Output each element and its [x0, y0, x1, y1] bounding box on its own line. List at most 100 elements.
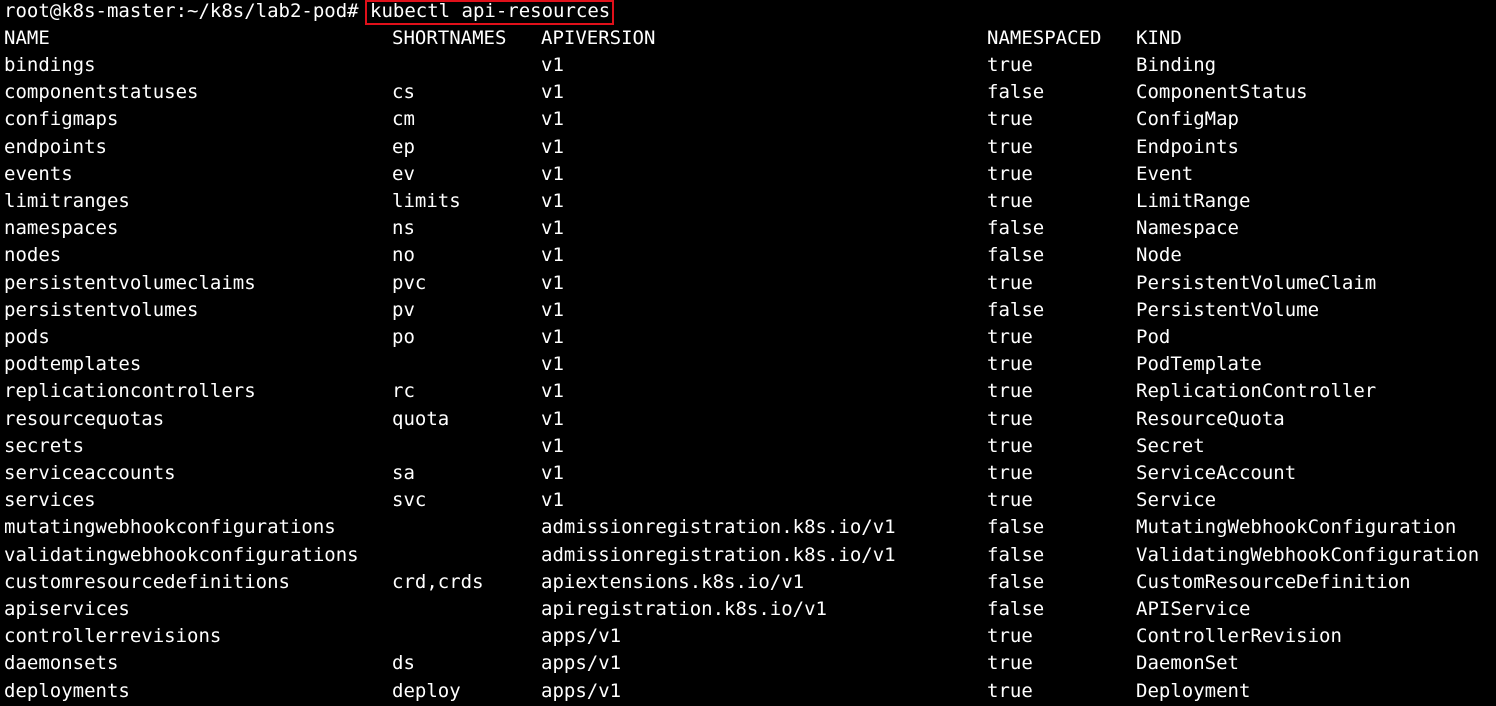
cell-apiversion: apps/v1	[541, 625, 622, 648]
cell-kind: PersistentVolumeClaim	[1136, 271, 1377, 294]
cell-apiversion: v1	[541, 298, 564, 321]
cell-kind: Pod	[1136, 326, 1171, 348]
cell-name: bindings	[4, 54, 96, 76]
cell-namespaced: true	[987, 271, 1033, 294]
cell-kind: ComponentStatus	[1136, 81, 1308, 104]
cell-apiversion: v1	[541, 271, 564, 294]
cell-apiversion: v1	[541, 54, 564, 76]
table-row: bindings v1 true Binding	[0, 52, 1496, 79]
cell-kind: PodTemplate	[1136, 353, 1262, 376]
table-row: mutatingwebhookconfigurations admissionre…	[0, 514, 1496, 541]
cell-name: events	[4, 162, 73, 185]
cell-namespaced: true	[987, 679, 1033, 702]
table-header-row: NAME SHORTNAMES APIVERSION NAMESPACED KI…	[0, 25, 1496, 52]
cell-namespaced: false	[987, 81, 1045, 104]
cell-name: endpoints	[4, 135, 107, 158]
terminal-window[interactable]: root@k8s-master:~/k8s/lab2-pod# kubectl …	[0, 0, 1496, 706]
cell-namespaced: true	[987, 326, 1033, 348]
cell-namespaced: false	[987, 570, 1045, 593]
cell-shortnames: pv	[392, 298, 415, 321]
cell-namespaced: false	[987, 217, 1045, 240]
cell-apiversion: v1	[541, 407, 564, 430]
table-row: customresourcedefinitions crd,crds apiexte…	[0, 569, 1496, 596]
cell-name: namespaces	[4, 217, 119, 240]
cell-namespaced: false	[987, 298, 1045, 321]
cell-shortnames: ev	[392, 162, 415, 185]
cell-namespaced: false	[987, 244, 1045, 267]
cell-apiversion: v1	[541, 434, 564, 457]
cell-name: mutatingwebhookconfigurations	[4, 516, 336, 539]
cell-apiversion: v1	[541, 217, 564, 240]
cell-name: secrets	[4, 434, 85, 457]
cell-apiversion: apiextensions.k8s.io/v1	[541, 570, 805, 593]
cell-shortnames: deploy	[392, 679, 461, 702]
cell-shortnames: limits	[392, 190, 461, 212]
cell-shortnames: ep	[392, 135, 415, 158]
table-row: deployments deploy apps/v1 true Deployment	[0, 678, 1496, 705]
cell-kind: APIService	[1136, 598, 1251, 620]
cell-namespaced: true	[987, 652, 1033, 675]
cell-apiversion: v1	[541, 489, 564, 512]
header-namespaced: NAMESPACED	[987, 27, 1102, 49]
cell-namespaced: true	[987, 54, 1033, 76]
table-row: serviceaccounts sa v1 true ServiceAccount	[0, 460, 1496, 487]
cell-shortnames: no	[392, 244, 415, 267]
table-row: podtemplates v1 true PodTemplate	[0, 351, 1496, 378]
cell-kind: Namespace	[1136, 217, 1239, 240]
cell-name: serviceaccounts	[4, 462, 176, 484]
cell-shortnames: ds	[392, 652, 415, 675]
table-row: controllerrevisions apps/v1 true Controller…	[0, 623, 1496, 650]
header-apiversion: APIVERSION	[541, 27, 656, 49]
table-row: persistentvolumes pv v1 false PersistentVolu…	[0, 297, 1496, 324]
cell-namespaced: true	[987, 353, 1033, 376]
cell-name: limitranges	[4, 190, 130, 212]
cell-name: customresourcedefinitions	[4, 570, 290, 593]
cell-shortnames: cs	[392, 81, 415, 104]
command-text: kubectl api-resources	[370, 0, 611, 22]
cell-kind: ReplicationController	[1136, 380, 1377, 403]
cell-name: validatingwebhookconfigurations	[4, 543, 359, 566]
cell-kind: ValidatingWebhookConfiguration	[1136, 543, 1480, 566]
cell-namespaced: true	[987, 162, 1033, 185]
header-kind: KIND	[1136, 27, 1182, 49]
table-row: namespaces ns v1 false Namespace	[0, 215, 1496, 242]
cell-kind: Endpoints	[1136, 135, 1239, 158]
cell-name: podtemplates	[4, 353, 142, 376]
cell-namespaced: false	[987, 598, 1045, 620]
cell-namespaced: true	[987, 407, 1033, 430]
cell-name: apiservices	[4, 598, 130, 620]
table-row: secrets v1 true Secret	[0, 433, 1496, 460]
table-row: resourcequotas quota v1 true ResourceQuota	[0, 406, 1496, 433]
cell-name: nodes	[4, 244, 62, 267]
cell-kind: Secret	[1136, 434, 1205, 457]
cell-apiversion: admissionregistration.k8s.io/v1	[541, 543, 896, 566]
table-row: configmaps cm v1 true ConfigMap	[0, 106, 1496, 133]
cell-shortnames: cm	[392, 108, 415, 131]
table-row: endpoints ep v1 true Endpoints	[0, 134, 1496, 161]
cell-apiversion: v1	[541, 326, 564, 348]
table-row: services svc v1 true Service	[0, 487, 1496, 514]
table-row: validatingwebhookconfigurations admission…	[0, 542, 1496, 569]
cell-apiversion: apiregistration.k8s.io/v1	[541, 598, 827, 620]
cell-namespaced: false	[987, 543, 1045, 566]
cell-name: componentstatuses	[4, 81, 199, 104]
cell-apiversion: admissionregistration.k8s.io/v1	[541, 516, 896, 539]
cell-namespaced: false	[987, 516, 1045, 539]
cell-kind: Binding	[1136, 54, 1217, 76]
table-row: componentstatuses cs v1 false ComponentStatu…	[0, 79, 1496, 106]
cell-apiversion: v1	[541, 380, 564, 403]
cell-kind: CustomResourceDefinition	[1136, 570, 1411, 593]
cell-namespaced: true	[987, 462, 1033, 484]
cell-kind: Event	[1136, 162, 1194, 185]
cell-kind: LimitRange	[1136, 190, 1251, 212]
cell-apiversion: apps/v1	[541, 652, 622, 675]
shell-prompt: root@k8s-master:~/k8s/lab2-pod#	[4, 0, 359, 22]
cell-name: pods	[4, 326, 50, 348]
cell-name: daemonsets	[4, 652, 119, 675]
cell-kind: DaemonSet	[1136, 652, 1239, 675]
cell-apiversion: v1	[541, 353, 564, 376]
cell-name: configmaps	[4, 108, 119, 131]
cell-kind: MutatingWebhookConfiguration	[1136, 516, 1457, 539]
cell-shortnames: sa	[392, 462, 415, 484]
table-row: apiservices apiregistration.k8s.io/v1 fals…	[0, 596, 1496, 623]
